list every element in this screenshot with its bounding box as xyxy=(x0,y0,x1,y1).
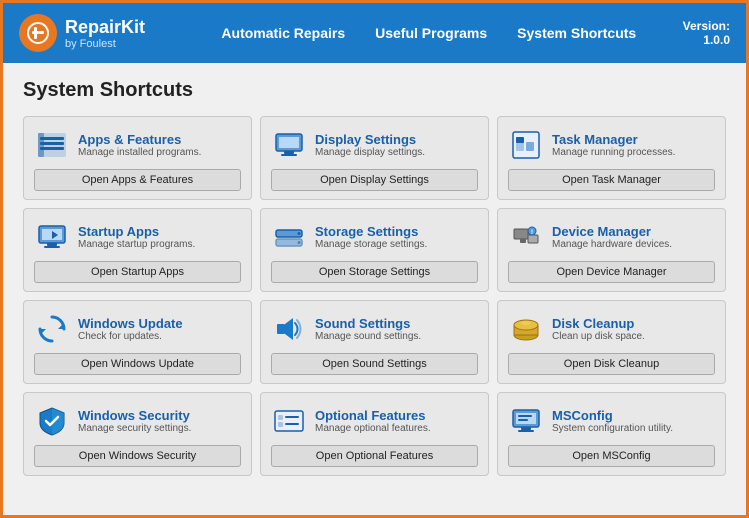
card-header: Task Manager Manage running processes. xyxy=(508,127,715,163)
device-manager-desc: Manage hardware devices. xyxy=(552,239,715,250)
card-optional-features: Optional Features Manage optional featur… xyxy=(260,392,489,476)
open-storage-settings-button[interactable]: Open Storage Settings xyxy=(271,261,478,283)
card-device-manager: ! Device Manager Manage hardware devices… xyxy=(497,208,726,292)
card-startup-apps: Startup Apps Manage startup programs. Op… xyxy=(23,208,252,292)
card-storage-settings: Storage Settings Manage storage settings… xyxy=(260,208,489,292)
windows-security-desc: Manage security settings. xyxy=(78,423,241,434)
card-header: Windows Update Check for updates. xyxy=(34,311,241,347)
msconfig-icon xyxy=(508,403,544,439)
task-manager-desc: Manage running processes. xyxy=(552,147,715,158)
apps-features-title: Apps & Features xyxy=(78,132,241,147)
card-header: Apps & Features Manage installed program… xyxy=(34,127,241,163)
optional-features-desc: Manage optional features. xyxy=(315,423,478,434)
card-disk-cleanup: Disk Cleanup Clean up disk space. Open D… xyxy=(497,300,726,384)
sound-settings-title: Sound Settings xyxy=(315,316,478,331)
svg-text:!: ! xyxy=(531,230,533,236)
card-header: Disk Cleanup Clean up disk space. xyxy=(508,311,715,347)
open-optional-features-button[interactable]: Open Optional Features xyxy=(271,445,478,467)
app-name: RepairKit by Foulest xyxy=(65,17,145,50)
open-disk-cleanup-button[interactable]: Open Disk Cleanup xyxy=(508,353,715,375)
open-sound-settings-button[interactable]: Open Sound Settings xyxy=(271,353,478,375)
msconfig-title: MSConfig xyxy=(552,408,715,423)
display-settings-icon xyxy=(271,127,307,163)
card-apps-features: Apps & Features Manage installed program… xyxy=(23,116,252,200)
display-settings-title: Display Settings xyxy=(315,132,478,147)
apps-features-desc: Manage installed programs. xyxy=(78,147,241,158)
logo-area: RepairKit by Foulest xyxy=(19,14,145,52)
open-windows-security-button[interactable]: Open Windows Security xyxy=(34,445,241,467)
open-device-manager-button[interactable]: Open Device Manager xyxy=(508,261,715,283)
version-area: Version: 1.0.0 xyxy=(683,19,730,47)
card-header: Storage Settings Manage storage settings… xyxy=(271,219,478,255)
card-header: Sound Settings Manage sound settings. xyxy=(271,311,478,347)
optional-features-icon xyxy=(271,403,307,439)
optional-features-title: Optional Features xyxy=(315,408,478,423)
windows-security-icon xyxy=(34,403,70,439)
startup-apps-desc: Manage startup programs. xyxy=(78,239,241,250)
card-display-settings: Display Settings Manage display settings… xyxy=(260,116,489,200)
open-apps-features-button[interactable]: Open Apps & Features xyxy=(34,169,241,191)
disk-cleanup-title: Disk Cleanup xyxy=(552,316,715,331)
open-windows-update-button[interactable]: Open Windows Update xyxy=(34,353,241,375)
task-manager-icon xyxy=(508,127,544,163)
card-msconfig: MSConfig System configuration utility. O… xyxy=(497,392,726,476)
startup-apps-icon xyxy=(34,219,70,255)
card-header: Display Settings Manage display settings… xyxy=(271,127,478,163)
windows-update-title: Windows Update xyxy=(78,316,241,331)
task-manager-title: Task Manager xyxy=(552,132,715,147)
storage-settings-title: Storage Settings xyxy=(315,224,478,239)
device-manager-icon: ! xyxy=(508,219,544,255)
version-label: Version: xyxy=(683,19,730,33)
nav-system-shortcuts[interactable]: System Shortcuts xyxy=(517,25,636,41)
app-subtitle: by Foulest xyxy=(65,38,145,50)
card-header: ! Device Manager Manage hardware devices… xyxy=(508,219,715,255)
nav-automatic-repairs[interactable]: Automatic Repairs xyxy=(221,25,345,41)
card-task-manager: Task Manager Manage running processes. O… xyxy=(497,116,726,200)
card-header: Optional Features Manage optional featur… xyxy=(271,403,478,439)
page-title: System Shortcuts xyxy=(23,79,726,102)
sound-settings-desc: Manage sound settings. xyxy=(315,331,478,342)
card-sound-settings: Sound Settings Manage sound settings. Op… xyxy=(260,300,489,384)
app-title: RepairKit xyxy=(65,17,145,38)
card-header: MSConfig System configuration utility. xyxy=(508,403,715,439)
header: RepairKit by Foulest Automatic Repairs U… xyxy=(3,3,746,63)
storage-settings-desc: Manage storage settings. xyxy=(315,239,478,250)
nav-useful-programs[interactable]: Useful Programs xyxy=(375,25,487,41)
startup-apps-title: Startup Apps xyxy=(78,224,241,239)
msconfig-desc: System configuration utility. xyxy=(552,423,715,434)
open-task-manager-button[interactable]: Open Task Manager xyxy=(508,169,715,191)
apps-features-icon xyxy=(34,127,70,163)
version-number: 1.0.0 xyxy=(703,33,730,47)
card-header: Windows Security Manage security setting… xyxy=(34,403,241,439)
card-windows-security: Windows Security Manage security setting… xyxy=(23,392,252,476)
main-content: System Shortcuts Apps & Features Manage … xyxy=(3,63,746,492)
windows-update-desc: Check for updates. xyxy=(78,331,241,342)
open-startup-apps-button[interactable]: Open Startup Apps xyxy=(34,261,241,283)
windows-update-icon xyxy=(34,311,70,347)
open-msconfig-button[interactable]: Open MSConfig xyxy=(508,445,715,467)
open-display-settings-button[interactable]: Open Display Settings xyxy=(271,169,478,191)
storage-settings-icon xyxy=(271,219,307,255)
windows-security-title: Windows Security xyxy=(78,408,241,423)
disk-cleanup-desc: Clean up disk space. xyxy=(552,331,715,342)
main-nav: Automatic Repairs Useful Programs System… xyxy=(175,25,683,41)
logo-icon xyxy=(19,14,57,52)
card-header: Startup Apps Manage startup programs. xyxy=(34,219,241,255)
card-windows-update: Windows Update Check for updates. Open W… xyxy=(23,300,252,384)
shortcuts-grid: Apps & Features Manage installed program… xyxy=(23,116,726,476)
display-settings-desc: Manage display settings. xyxy=(315,147,478,158)
device-manager-title: Device Manager xyxy=(552,224,715,239)
sound-settings-icon xyxy=(271,311,307,347)
disk-cleanup-icon xyxy=(508,311,544,347)
